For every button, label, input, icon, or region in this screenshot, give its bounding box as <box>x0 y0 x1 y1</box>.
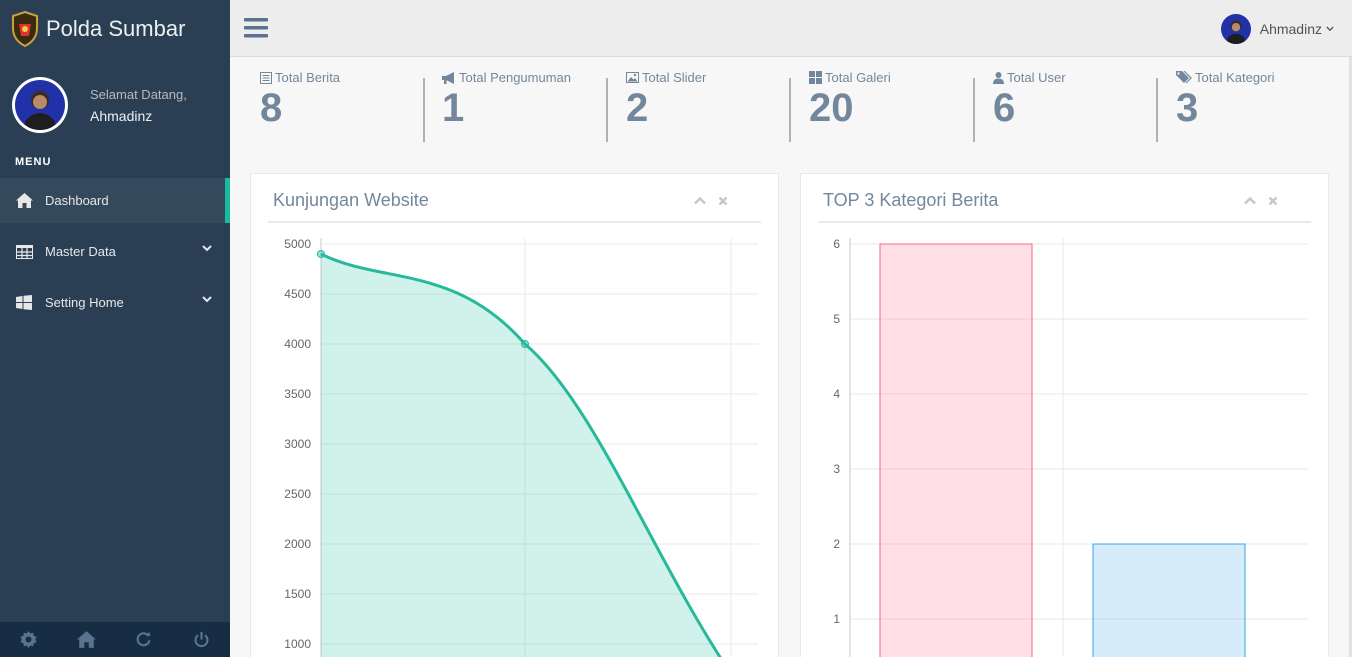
grid-icon <box>809 71 822 84</box>
panel-kunjungan-website: Kunjungan Website 1000 1500 2000 2500 3000 35… <box>250 173 779 657</box>
gear-icon <box>20 631 37 648</box>
user-dropdown[interactable]: Ahmadinz <box>1220 14 1334 44</box>
y-tick-label: 6 <box>833 237 840 251</box>
tile-label: Total User <box>1007 70 1066 85</box>
data-point <box>317 250 325 258</box>
tile-value: 20 <box>809 86 854 130</box>
panel-top-kategori: TOP 3 Kategori Berita 123456 <box>800 173 1329 657</box>
y-tick-label: 5 <box>833 312 840 326</box>
home-button[interactable] <box>58 622 116 657</box>
tile-total-galeri: Total Galeri 20 <box>809 70 891 142</box>
tile-total-berita: Total Berita 8 <box>260 70 340 142</box>
table-icon <box>15 244 33 260</box>
sidebar: Polda Sumbar Selamat Datang, Ahmadinz ME… <box>0 0 230 657</box>
tile-value: 8 <box>260 86 283 130</box>
hamburger-icon <box>244 18 268 38</box>
y-tick-label: 1 <box>833 612 840 626</box>
bar <box>1092 543 1246 657</box>
chevron-down-icon <box>1326 26 1334 32</box>
tile-divider <box>423 78 425 142</box>
tile-total-user: Total User 6 <box>993 70 1066 142</box>
tile-label: Total Pengumuman <box>459 70 572 85</box>
refresh-button[interactable] <box>115 622 173 657</box>
app-title: Polda Sumbar <box>46 15 186 41</box>
y-tick-label: 2000 <box>284 537 311 551</box>
avatar[interactable] <box>12 77 68 133</box>
tile-divider <box>789 78 791 142</box>
refresh-icon <box>136 631 151 647</box>
home-icon <box>15 193 33 209</box>
sidebar-item-master-data[interactable]: Master Data <box>0 229 230 274</box>
user-icon <box>993 71 1004 84</box>
y-tick-label: 5000 <box>284 237 311 251</box>
y-tick-label: 1000 <box>284 637 311 651</box>
tile-divider <box>1156 78 1158 142</box>
tile-divider <box>973 78 975 142</box>
menu-toggle-button[interactable] <box>244 17 268 43</box>
y-tick-label: 1500 <box>284 587 311 601</box>
tile-divider <box>606 78 608 142</box>
tile-label: Total Slider <box>642 70 707 85</box>
tile-value: 3 <box>1176 86 1199 130</box>
police-logo-icon <box>12 10 38 47</box>
profile-name: Ahmadinz <box>90 107 153 124</box>
profile: Selamat Datang, Ahmadinz <box>12 77 187 133</box>
tags-icon <box>1176 71 1192 84</box>
windows-icon <box>15 295 33 311</box>
sidebar-item-dashboard[interactable]: Dashboard <box>0 178 230 223</box>
sidebar-item-label: Setting Home <box>45 295 124 310</box>
logout-button[interactable] <box>173 622 231 657</box>
menu-title: MENU <box>15 156 52 168</box>
settings-button[interactable] <box>0 622 58 657</box>
sidebar-item-label: Dashboard <box>45 193 109 208</box>
y-tick-label: 3000 <box>284 437 311 451</box>
sidebar-nav: Dashboard Master Data Setting Home <box>0 178 230 331</box>
stats-tiles: Total Berita 8 Total Pengumuman 1 Total … <box>260 70 1350 145</box>
series-area <box>321 254 720 657</box>
power-icon <box>194 631 209 648</box>
categories-chart: 1 2 3 4 5 6 <box>833 237 1308 657</box>
chevron-down-icon <box>202 296 212 303</box>
tile-value: 6 <box>993 86 1016 130</box>
welcome-text: Selamat Datang, <box>90 86 187 102</box>
tile-total-kategori: Total Kategori 3 <box>1176 70 1275 142</box>
image-icon <box>626 72 639 83</box>
chevron-down-icon <box>202 245 212 252</box>
sidebar-item-label: Master Data <box>45 244 116 259</box>
visits-chart: 1000 1500 2000 2500 3000 3500 4000 4500 5000 <box>284 237 758 657</box>
tile-label: Total Galeri <box>825 70 891 85</box>
y-tick-label: 2 <box>833 537 840 551</box>
tile-label: Total Kategori <box>1195 70 1275 85</box>
data-point <box>521 340 529 348</box>
tile-value: 2 <box>626 86 649 130</box>
tile-total-slider: Total Slider 2 <box>626 70 706 142</box>
y-tick-label: 4000 <box>284 337 311 351</box>
sidebar-footer <box>0 622 230 657</box>
y-tick-label: 3 <box>833 462 840 476</box>
bullhorn-icon <box>442 71 454 84</box>
home-icon <box>76 631 96 648</box>
y-tick-label: 2500 <box>284 487 311 501</box>
topbar: Ahmadinz <box>230 0 1352 57</box>
y-tick-label: 4 <box>833 387 840 401</box>
tile-value: 1 <box>442 86 465 130</box>
newspaper-icon <box>260 71 272 84</box>
brand[interactable]: Polda Sumbar <box>0 0 230 57</box>
sidebar-item-setting-home[interactable]: Setting Home <box>0 280 230 325</box>
tile-label: Total Berita <box>275 70 341 85</box>
bar <box>879 243 1033 657</box>
y-tick-label: 4500 <box>284 287 311 301</box>
avatar <box>1220 14 1251 44</box>
user-name: Ahmadinz <box>1259 21 1322 37</box>
tile-total-pengumuman: Total Pengumuman 1 <box>442 70 571 142</box>
y-tick-label: 3500 <box>284 387 311 401</box>
